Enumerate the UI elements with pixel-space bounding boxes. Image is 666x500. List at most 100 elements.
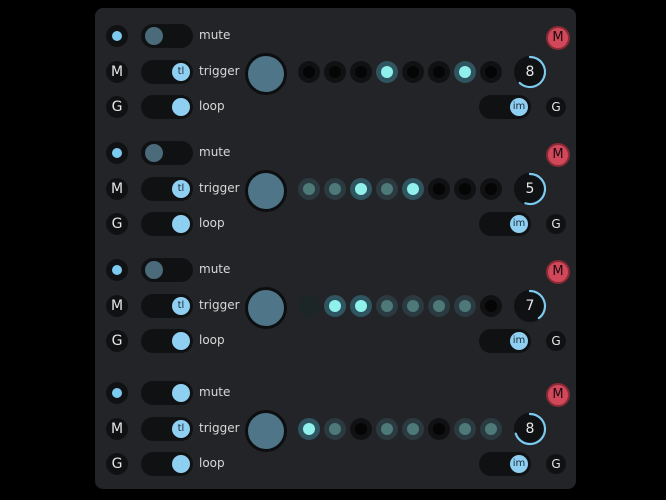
- im-toggle-knob: im: [510, 215, 528, 233]
- step-counter[interactable]: 8: [513, 55, 547, 89]
- step-2[interactable]: [324, 295, 346, 317]
- step-sequence: [298, 418, 508, 440]
- step-5[interactable]: [402, 178, 424, 200]
- im-toggle[interactable]: im: [479, 95, 531, 119]
- step-1[interactable]: [298, 178, 320, 200]
- step-7[interactable]: [454, 418, 476, 440]
- step-light-icon: [433, 66, 445, 78]
- mute-toggle[interactable]: [141, 381, 193, 405]
- step-8[interactable]: [480, 418, 502, 440]
- mute-badge-icon[interactable]: M: [546, 260, 570, 284]
- step-light-icon: [329, 300, 341, 312]
- step-7[interactable]: [454, 295, 476, 317]
- mute-toggle-knob: [145, 27, 163, 45]
- g-button[interactable]: G: [106, 213, 128, 235]
- trigger-pad-button[interactable]: [245, 287, 287, 329]
- step-3[interactable]: [350, 418, 372, 440]
- trigger-toggle[interactable]: tl: [141, 294, 193, 318]
- step-8[interactable]: [480, 295, 502, 317]
- step-light-icon: [381, 300, 393, 312]
- trigger-label: trigger: [199, 298, 240, 312]
- step-2[interactable]: [324, 178, 346, 200]
- step-counter[interactable]: 7: [513, 289, 547, 323]
- step-3[interactable]: [350, 178, 372, 200]
- m-button[interactable]: M: [106, 178, 128, 200]
- g-badge-icon[interactable]: G: [546, 331, 566, 351]
- active-indicator[interactable]: [106, 382, 128, 404]
- mute-badge-icon[interactable]: M: [546, 26, 570, 50]
- g-badge-icon[interactable]: G: [546, 97, 566, 117]
- trigger-pad-button[interactable]: [245, 170, 287, 212]
- mute-toggle[interactable]: [141, 141, 193, 165]
- trigger-pad-button[interactable]: [245, 410, 287, 452]
- step-6[interactable]: [428, 178, 450, 200]
- step-4[interactable]: [376, 178, 398, 200]
- step-counter[interactable]: 5: [513, 172, 547, 206]
- step-5[interactable]: [402, 295, 424, 317]
- mute-toggle-knob: [145, 261, 163, 279]
- m-button[interactable]: M: [106, 295, 128, 317]
- step-6[interactable]: [428, 61, 450, 83]
- step-4[interactable]: [376, 418, 398, 440]
- active-indicator[interactable]: [106, 25, 128, 47]
- g-button[interactable]: G: [106, 330, 128, 352]
- loop-toggle[interactable]: [141, 452, 193, 476]
- step-light-icon: [381, 183, 393, 195]
- step-1[interactable]: [298, 61, 320, 83]
- step-light-icon: [459, 66, 471, 78]
- step-1[interactable]: [298, 295, 320, 317]
- loop-toggle[interactable]: [141, 95, 193, 119]
- im-toggle[interactable]: im: [479, 452, 531, 476]
- g-badge-icon[interactable]: G: [546, 454, 566, 474]
- step-4[interactable]: [376, 61, 398, 83]
- step-light-icon: [355, 66, 367, 78]
- m-button[interactable]: M: [106, 418, 128, 440]
- step-sequence: [298, 295, 508, 317]
- g-button[interactable]: G: [106, 96, 128, 118]
- step-7[interactable]: [454, 61, 476, 83]
- mute-toggle[interactable]: [141, 258, 193, 282]
- trigger-toggle[interactable]: tl: [141, 60, 193, 84]
- m-button[interactable]: M: [106, 61, 128, 83]
- step-1[interactable]: [298, 418, 320, 440]
- trigger-label: trigger: [199, 421, 240, 435]
- step-5[interactable]: [402, 61, 424, 83]
- step-light-icon: [485, 66, 497, 78]
- step-count: 7: [525, 298, 535, 314]
- step-2[interactable]: [324, 418, 346, 440]
- step-3[interactable]: [350, 295, 372, 317]
- indicator-dot-icon: [112, 388, 122, 398]
- step-6[interactable]: [428, 418, 450, 440]
- step-7[interactable]: [454, 178, 476, 200]
- step-8[interactable]: [480, 178, 502, 200]
- mute-badge-icon[interactable]: M: [546, 383, 570, 407]
- mute-toggle[interactable]: [141, 24, 193, 48]
- g-button[interactable]: G: [106, 453, 128, 475]
- step-8[interactable]: [480, 61, 502, 83]
- step-light-icon: [329, 423, 341, 435]
- loop-toggle-knob: [172, 455, 190, 473]
- im-toggle[interactable]: im: [479, 329, 531, 353]
- trigger-toggle[interactable]: tl: [141, 177, 193, 201]
- step-light-icon: [407, 423, 419, 435]
- track-4: mute M M tl trigger 8 G loop im G: [95, 367, 576, 476]
- indicator-dot-icon: [112, 148, 122, 158]
- g-badge-icon[interactable]: G: [546, 214, 566, 234]
- trigger-label: trigger: [199, 64, 240, 78]
- active-indicator[interactable]: [106, 142, 128, 164]
- active-indicator[interactable]: [106, 259, 128, 281]
- trigger-pad-button[interactable]: [245, 53, 287, 95]
- step-5[interactable]: [402, 418, 424, 440]
- step-6[interactable]: [428, 295, 450, 317]
- trigger-toggle[interactable]: tl: [141, 417, 193, 441]
- loop-toggle[interactable]: [141, 212, 193, 236]
- step-4[interactable]: [376, 295, 398, 317]
- im-toggle[interactable]: im: [479, 212, 531, 236]
- step-2[interactable]: [324, 61, 346, 83]
- step-counter[interactable]: 8: [513, 412, 547, 446]
- step-3[interactable]: [350, 61, 372, 83]
- mute-badge-icon[interactable]: M: [546, 143, 570, 167]
- step-sequence: [298, 178, 508, 200]
- loop-toggle[interactable]: [141, 329, 193, 353]
- step-sequence: [298, 61, 508, 83]
